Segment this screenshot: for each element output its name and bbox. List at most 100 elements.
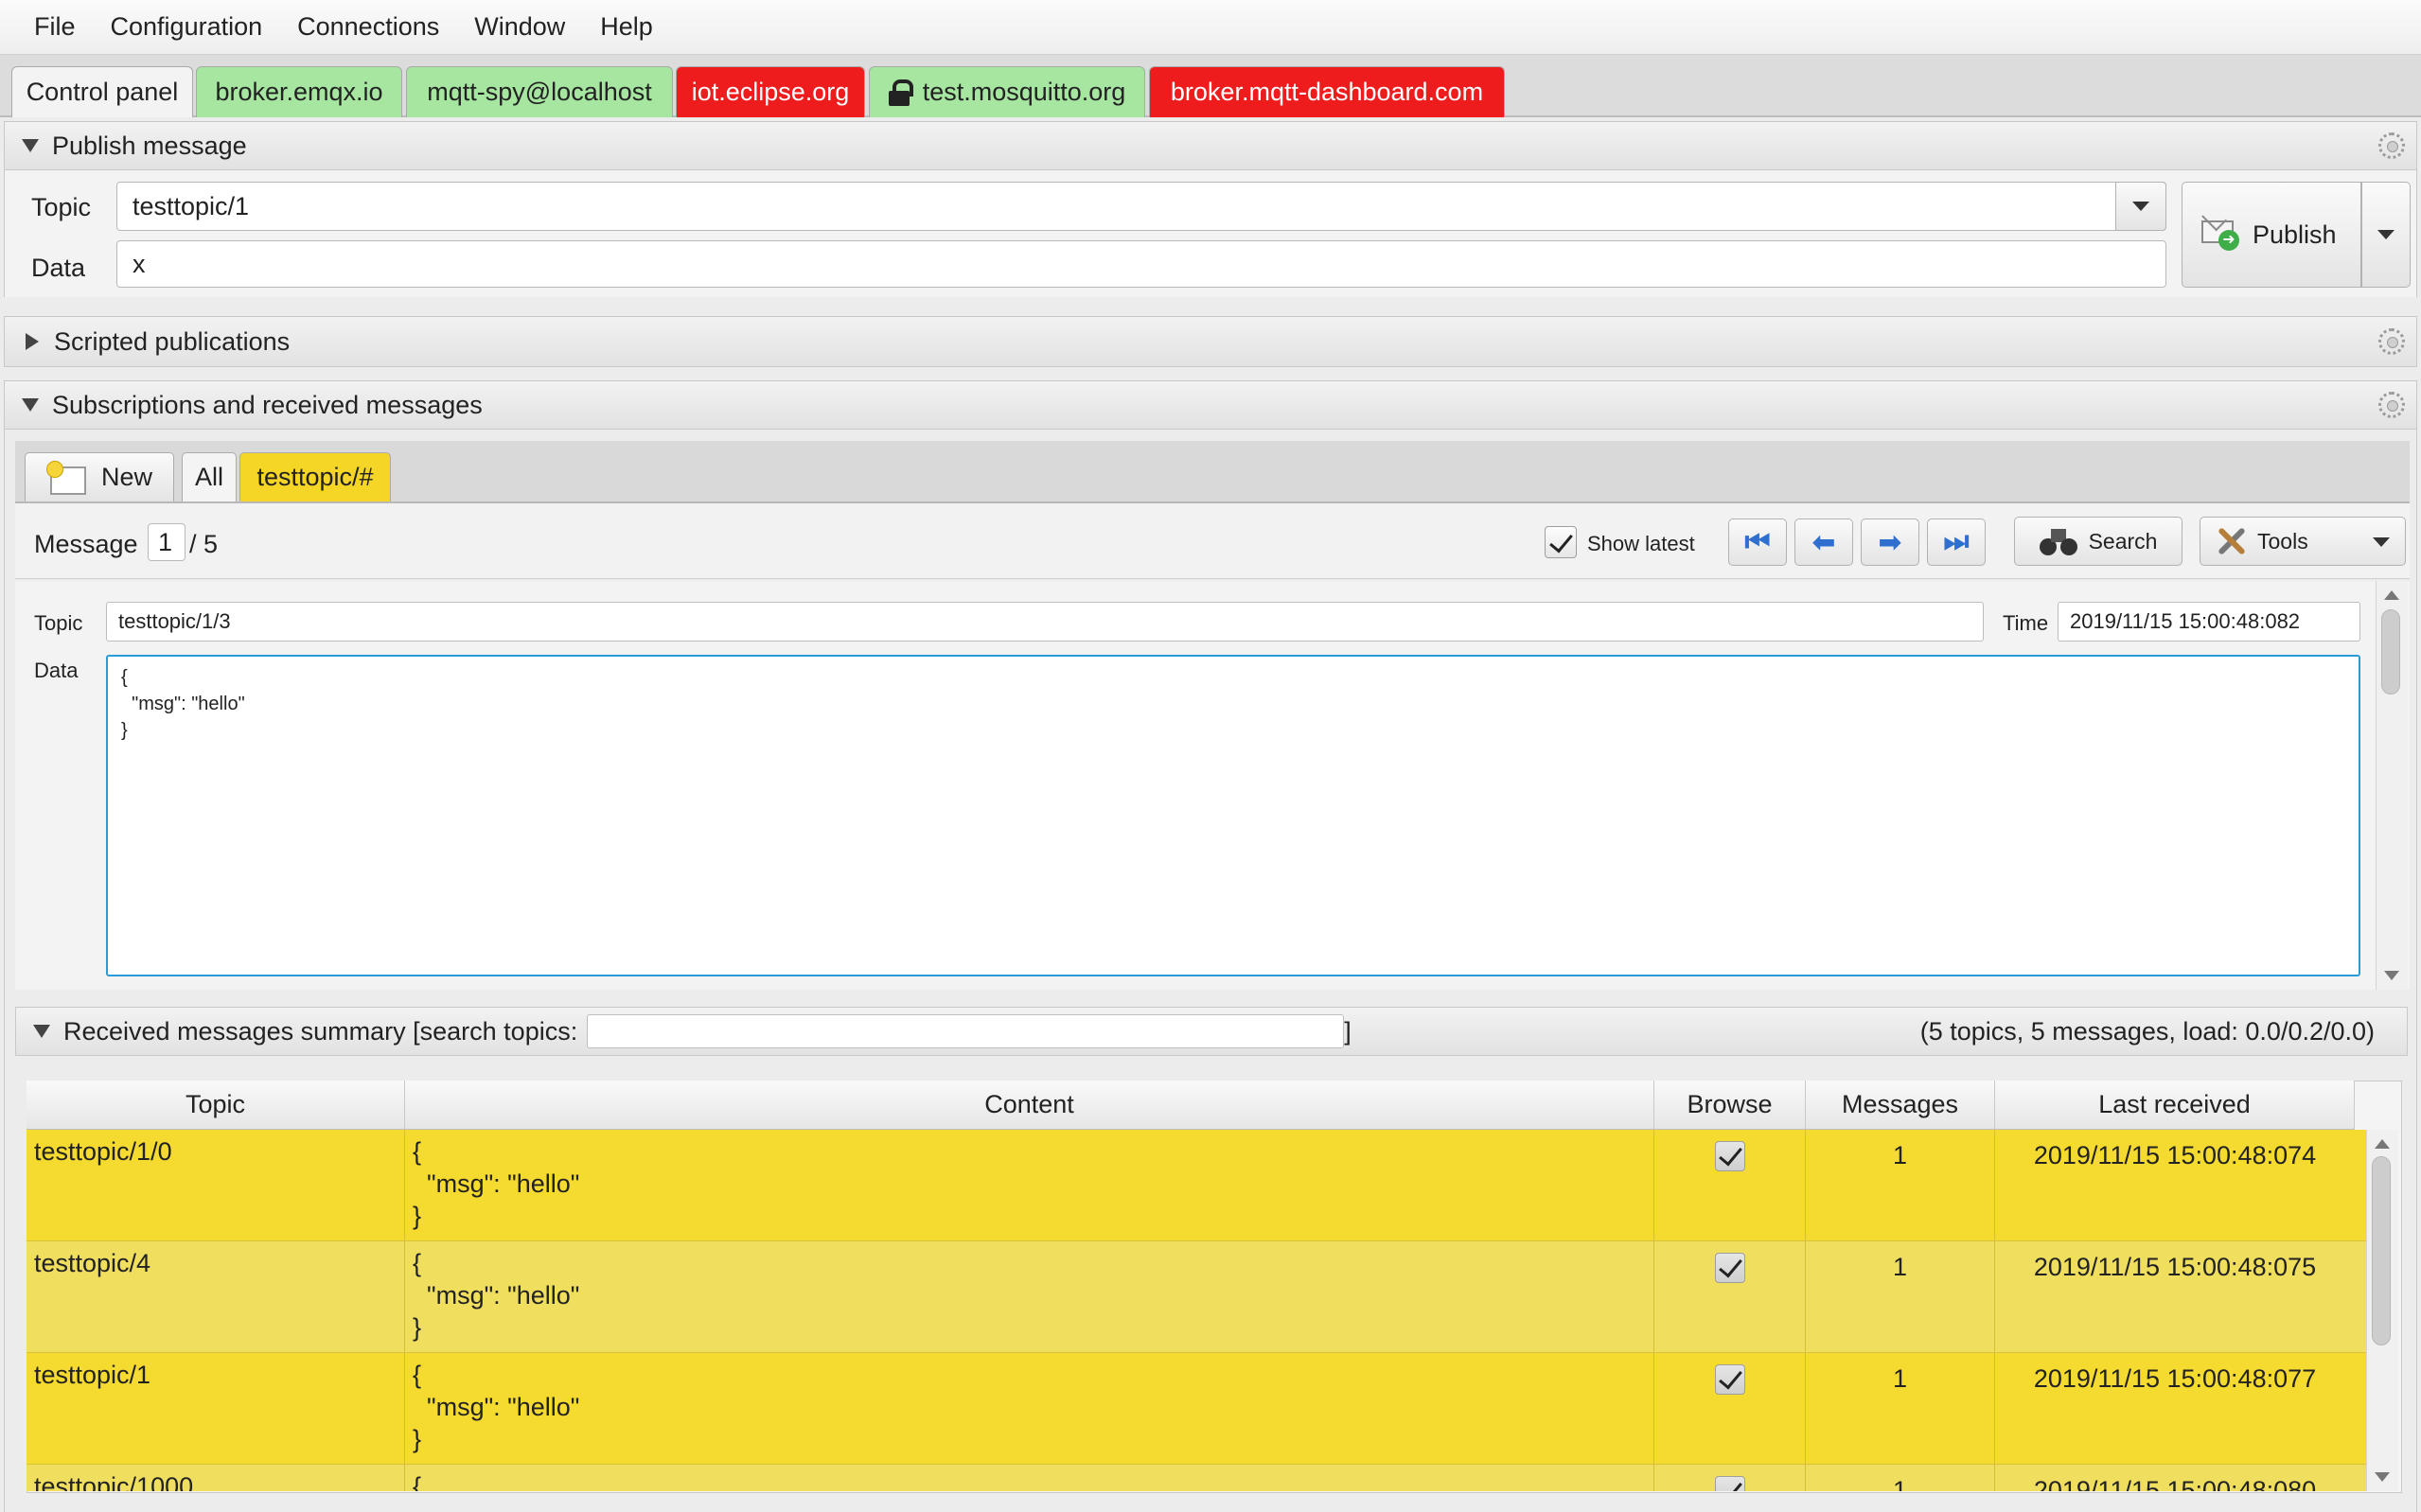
message-total: / 5 [189, 530, 219, 558]
col-header-topic[interactable]: Topic [27, 1081, 405, 1130]
lock-icon [888, 79, 913, 106]
cell-topic: testtopic/1/0 [27, 1130, 405, 1240]
publish-envelope-icon: ➜ [2201, 219, 2239, 251]
col-header-topic-label: Topic [185, 1090, 246, 1118]
detail-time-value: 2019/11/15 15:00:48:082 [2070, 609, 2301, 633]
publish-button[interactable]: ➜ Publish [2182, 182, 2361, 288]
row-topic: testtopic/1/0 [34, 1137, 172, 1166]
new-subscription-button[interactable]: New [25, 452, 174, 501]
topic-dropdown-button[interactable] [2115, 182, 2166, 231]
scripted-section-header[interactable]: Scripted publications [4, 316, 2417, 367]
row-messages: 1 [1892, 1253, 1908, 1281]
cell-last-received: 2019/11/15 15:00:48:077 [1995, 1353, 2355, 1464]
scroll-down-icon[interactable] [2384, 971, 2399, 980]
publish-button-label: Publish [2253, 220, 2337, 249]
row-last-received: 2019/11/15 15:00:48:074 [2033, 1141, 2317, 1169]
summary-scrollbar-thumb[interactable] [2372, 1156, 2391, 1345]
tab-testtopic-wildcard[interactable]: testtopic/# [239, 452, 391, 501]
scroll-up-icon[interactable] [2375, 1139, 2390, 1149]
skip-last-icon: ⏭ [1943, 526, 1970, 557]
first-message-button[interactable]: ⏮ [1728, 519, 1787, 566]
cell-content: { "msg": "hello" } [405, 1130, 1654, 1240]
tab-test-mosquitto[interactable]: test.mosquitto.org [869, 66, 1145, 117]
previous-message-button[interactable]: ⬅ [1794, 519, 1853, 566]
summary-rows-viewport: testtopic/1/0 { "msg": "hello" } 1 2019/… [0, 1130, 2421, 1491]
expand-icon [26, 333, 39, 350]
last-message-button[interactable]: ⏭ [1927, 519, 1986, 566]
publish-section-title: Publish message [52, 131, 247, 160]
row-content: { "msg": "hello" } [413, 1249, 580, 1342]
col-header-browse[interactable]: Browse [1654, 1081, 1806, 1130]
skip-first-icon: ⏮ [1744, 526, 1771, 557]
cell-content: { [405, 1465, 1654, 1491]
publish-topic-combobox[interactable]: testtopic/1 [116, 182, 2166, 231]
summary-stats: (5 topics, 5 messages, load: 0.0/0.2/0.0… [1919, 1016, 2375, 1046]
gear-icon[interactable] [2378, 328, 2405, 355]
col-header-content[interactable]: Content [405, 1081, 1654, 1130]
browse-checkbox[interactable] [1714, 1476, 1745, 1491]
col-header-last-received-label: Last received [2098, 1090, 2251, 1118]
tools-button[interactable]: Tools [2200, 517, 2406, 566]
show-latest-checkbox[interactable] [1545, 526, 1577, 558]
menu-help[interactable]: Help [585, 12, 673, 42]
cell-browse [1654, 1353, 1806, 1464]
row-topic: testtopic/4 [34, 1249, 151, 1277]
cell-browse [1654, 1465, 1806, 1491]
col-header-last-received[interactable]: Last received [1995, 1081, 2355, 1130]
summary-section-header[interactable]: Received messages summary [search topics… [15, 1007, 2408, 1056]
detail-data-textarea[interactable]: { "msg": "hello" } [106, 655, 2360, 976]
detail-time-field[interactable]: 2019/11/15 15:00:48:082 [2058, 602, 2360, 642]
tools-icon [2214, 524, 2248, 558]
message-index-input[interactable]: 1 [148, 523, 186, 561]
summary-search-input[interactable] [587, 1014, 1345, 1048]
scroll-down-icon[interactable] [2375, 1472, 2390, 1482]
menu-window[interactable]: Window [459, 12, 585, 42]
tab-broker-emqx-label: broker.emqx.io [215, 78, 383, 106]
menu-configuration[interactable]: Configuration [96, 12, 283, 42]
tab-all[interactable]: All [182, 452, 237, 501]
tab-testtopic-wildcard-label: testtopic/# [256, 463, 374, 491]
row-messages: 1 [1892, 1364, 1908, 1393]
summary-scrollbar[interactable] [2366, 1130, 2398, 1491]
detail-scrollbar-thumb[interactable] [2381, 609, 2400, 694]
menu-connections[interactable]: Connections [282, 12, 459, 42]
tab-all-label: All [194, 463, 223, 491]
browse-checkbox[interactable] [1714, 1364, 1745, 1395]
detail-scrollbar[interactable] [2376, 581, 2408, 990]
publish-data-input[interactable]: x [116, 240, 2166, 288]
menu-file[interactable]: File [19, 12, 96, 42]
col-header-browse-label: Browse [1687, 1090, 1773, 1118]
show-latest-label: Show latest [1587, 532, 1695, 555]
gear-icon[interactable] [2378, 392, 2405, 418]
browse-checkbox[interactable] [1714, 1253, 1745, 1283]
browse-checkbox[interactable] [1714, 1141, 1745, 1171]
scroll-up-icon[interactable] [2384, 590, 2399, 600]
table-row[interactable]: testtopic/1 { "msg": "hello" } 1 2019/11… [27, 1353, 2366, 1465]
cell-topic: testtopic/1 [27, 1353, 405, 1464]
col-header-content-label: Content [984, 1090, 1074, 1118]
publish-options-dropdown[interactable] [2361, 182, 2411, 288]
cell-last-received: 2019/11/15 15:00:48:074 [1995, 1130, 2355, 1240]
row-last-received: 2019/11/15 15:00:48:077 [2033, 1364, 2317, 1393]
tab-broker-emqx[interactable]: broker.emqx.io [196, 66, 402, 117]
tab-iot-eclipse[interactable]: iot.eclipse.org [676, 66, 865, 117]
gear-icon[interactable] [2378, 132, 2405, 159]
search-button[interactable]: Search [2014, 517, 2182, 566]
tab-mqtt-spy-localhost[interactable]: mqtt-spy@localhost [406, 66, 673, 117]
next-message-button[interactable]: ➡ [1861, 519, 1919, 566]
table-row[interactable]: testtopic/1000 { 1 2019/11/15 15:00:48:0… [27, 1465, 2366, 1491]
chevron-down-icon [2377, 230, 2394, 239]
tab-test-mosquitto-label: test.mosquitto.org [922, 78, 1126, 106]
cell-messages: 1 [1806, 1465, 1995, 1491]
table-row[interactable]: testtopic/4 { "msg": "hello" } 1 2019/11… [27, 1241, 2366, 1353]
tab-broker-mqtt-dashboard[interactable]: broker.mqtt-dashboard.com [1149, 66, 1505, 117]
subscriptions-section-header[interactable]: Subscriptions and received messages [4, 380, 2417, 430]
cell-messages: 1 [1806, 1130, 1995, 1240]
collapse-icon [33, 1025, 50, 1038]
publish-section-header[interactable]: Publish message [4, 121, 2417, 170]
chevron-down-icon [2132, 202, 2149, 211]
tab-control-panel[interactable]: Control panel [11, 66, 193, 117]
detail-topic-field[interactable]: testtopic/1/3 [106, 602, 1984, 642]
table-row[interactable]: testtopic/1/0 { "msg": "hello" } 1 2019/… [27, 1130, 2366, 1241]
col-header-messages[interactable]: Messages [1806, 1081, 1995, 1130]
